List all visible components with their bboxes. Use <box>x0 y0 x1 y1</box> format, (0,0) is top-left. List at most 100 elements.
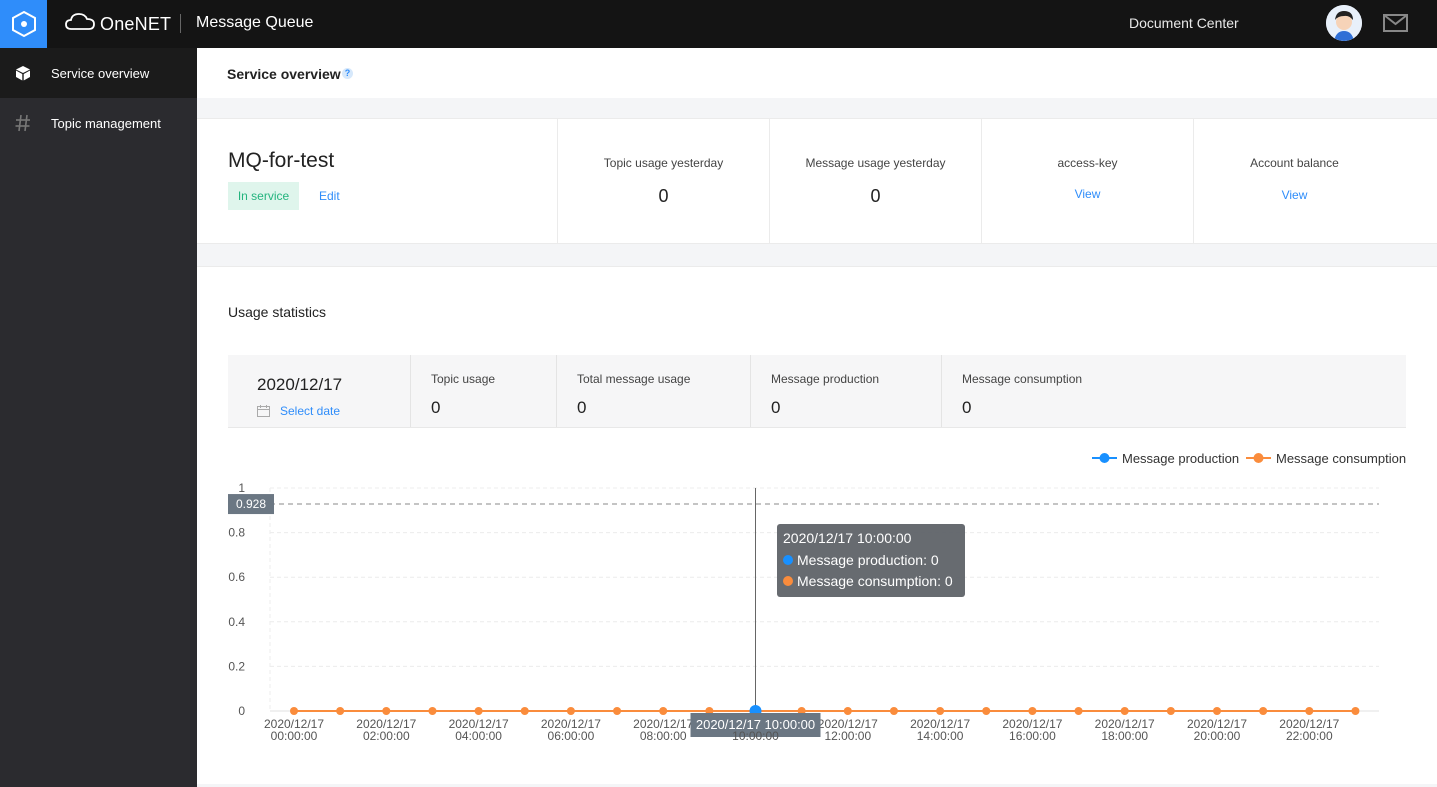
x-tick-label: 12:00:00 <box>824 729 871 743</box>
data-point-consumption <box>1351 707 1360 715</box>
usage-stat-title: Total message usage <box>577 372 691 386</box>
x-tick-label: 04:00:00 <box>455 729 502 743</box>
sidebar-item-service-overview[interactable]: Service overview <box>0 48 197 98</box>
page-title: Service overview <box>227 66 341 82</box>
legend-production-marker <box>1099 453 1110 463</box>
page-header: Service overview ? <box>197 48 1437 98</box>
sidebar-item-topic-management[interactable]: Topic management <box>0 98 197 148</box>
usage-stats-bar: 2020/12/17 Select date Topic usage 0 Tot… <box>228 355 1406 428</box>
data-point-consumption <box>1259 707 1268 715</box>
cube-icon <box>14 64 32 82</box>
usage-topic-usage: Topic usage 0 <box>410 355 556 427</box>
top-bar: OneNET Message Queue Document Center <box>0 0 1437 48</box>
stat-account-balance: Account balance View <box>1193 119 1395 243</box>
data-point-consumption <box>936 707 945 715</box>
y-tick-label: 0.2 <box>228 659 245 673</box>
data-point-consumption <box>1074 707 1083 715</box>
usage-stat-value: 0 <box>962 398 972 417</box>
calendar-icon[interactable] <box>257 404 270 417</box>
legend-consumption-marker <box>1253 453 1264 463</box>
data-point-consumption <box>1305 707 1314 715</box>
status-badge: In service <box>228 182 299 210</box>
document-center-link[interactable]: Document Center <box>1129 15 1239 31</box>
usage-stat-value: 0 <box>577 398 587 417</box>
x-tick-label: 10:00:00 <box>732 729 779 743</box>
y-tick-label: 1 <box>238 481 245 495</box>
usage-total-message-usage: Total message usage 0 <box>556 355 750 427</box>
hash-icon <box>14 114 32 132</box>
y-tick-label: 0 <box>238 704 245 718</box>
data-point-consumption <box>982 707 991 715</box>
data-point-consumption <box>474 707 483 715</box>
data-point-consumption <box>428 707 437 715</box>
select-date-link[interactable]: Select date <box>280 404 340 418</box>
brand-name: OneNET <box>100 13 172 34</box>
tooltip-consumption-dot <box>783 576 793 586</box>
x-tick-label: 22:00:00 <box>1286 729 1333 743</box>
usage-title: Usage statistics <box>228 304 327 320</box>
usage-message-consumption: Message consumption 0 <box>941 355 1406 427</box>
access-key-view-link[interactable]: View <box>982 187 1193 201</box>
crosshair-y-label: 0.928 <box>236 497 266 511</box>
x-tick-label: 20:00:00 <box>1194 729 1241 743</box>
data-point-consumption <box>843 707 852 715</box>
usage-line-chart[interactable]: 00.20.40.60.812020/12/1700:00:002020/12/… <box>197 440 1437 760</box>
usage-stat-title: Message consumption <box>962 372 1083 386</box>
data-point-consumption <box>889 707 898 715</box>
usage-stat-title: Topic usage <box>431 372 496 386</box>
avatar[interactable] <box>1326 5 1362 41</box>
usage-stat-title: Message production <box>771 372 880 386</box>
data-point-consumption <box>290 707 298 715</box>
data-point-consumption <box>1166 707 1175 715</box>
stat-title: Topic usage yesterday <box>603 156 724 170</box>
data-point-consumption <box>382 707 391 715</box>
stat-topic-usage-yesterday: Topic usage yesterday 0 <box>557 119 769 243</box>
tooltip-line: Message consumption: 0 <box>797 573 953 589</box>
data-point-consumption <box>613 707 622 715</box>
stat-title: Account balance <box>1250 156 1339 170</box>
x-tick-label: 00:00:00 <box>271 729 318 743</box>
data-point-consumption <box>1028 707 1037 715</box>
stat-value: 0 <box>658 186 669 206</box>
x-tick-label: 02:00:00 <box>363 729 410 743</box>
topbar-divider <box>180 14 181 33</box>
stat-title: access-key <box>1057 156 1118 170</box>
account-balance-view-link[interactable]: View <box>1194 188 1395 202</box>
usage-stat-value: 0 <box>771 398 781 417</box>
x-tick-label: 06:00:00 <box>548 729 595 743</box>
data-point-consumption <box>659 707 668 715</box>
stat-value: 0 <box>870 186 881 206</box>
app-title: Message Queue <box>196 14 314 31</box>
y-tick-label: 0.8 <box>228 526 245 540</box>
stat-access-key: access-key View <box>981 119 1193 243</box>
sidebar-item-label: Topic management <box>51 115 161 131</box>
edit-link[interactable]: Edit <box>319 189 340 203</box>
y-tick-label: 0.4 <box>228 615 245 629</box>
onenet-logo-icon[interactable] <box>0 0 47 48</box>
data-point-consumption <box>520 707 529 715</box>
x-tick-label: 16:00:00 <box>1009 729 1056 743</box>
tooltip-title: 2020/12/17 10:00:00 <box>783 530 912 546</box>
x-tick-label: 14:00:00 <box>917 729 964 743</box>
data-point-consumption <box>566 707 575 715</box>
tooltip-line: Message production: 0 <box>797 552 939 568</box>
service-name: MQ-for-test <box>228 149 335 172</box>
legend-consumption-label: Message consumption <box>1276 451 1406 466</box>
usage-message-production: Message production 0 <box>750 355 941 427</box>
brand: OneNET <box>64 12 171 36</box>
stat-title: Message usage yesterday <box>805 156 946 170</box>
x-tick-label: 08:00:00 <box>640 729 687 743</box>
sidebar-item-label: Service overview <box>51 65 150 81</box>
tooltip-production-dot <box>783 555 793 565</box>
service-summary: MQ-for-test In service Edit Topic usage … <box>197 118 1437 244</box>
help-icon[interactable]: ? <box>342 68 353 79</box>
x-tick-label: 18:00:00 <box>1101 729 1148 743</box>
legend-production-label: Message production <box>1122 451 1239 466</box>
cloud-icon <box>64 12 96 37</box>
usage-stat-value: 0 <box>431 398 441 417</box>
data-point-consumption <box>1213 707 1221 715</box>
data-point-consumption <box>1120 707 1129 715</box>
sidebar: Service overview Topic management <box>0 48 197 787</box>
mail-icon[interactable] <box>1383 14 1408 32</box>
data-point-consumption <box>336 707 345 715</box>
